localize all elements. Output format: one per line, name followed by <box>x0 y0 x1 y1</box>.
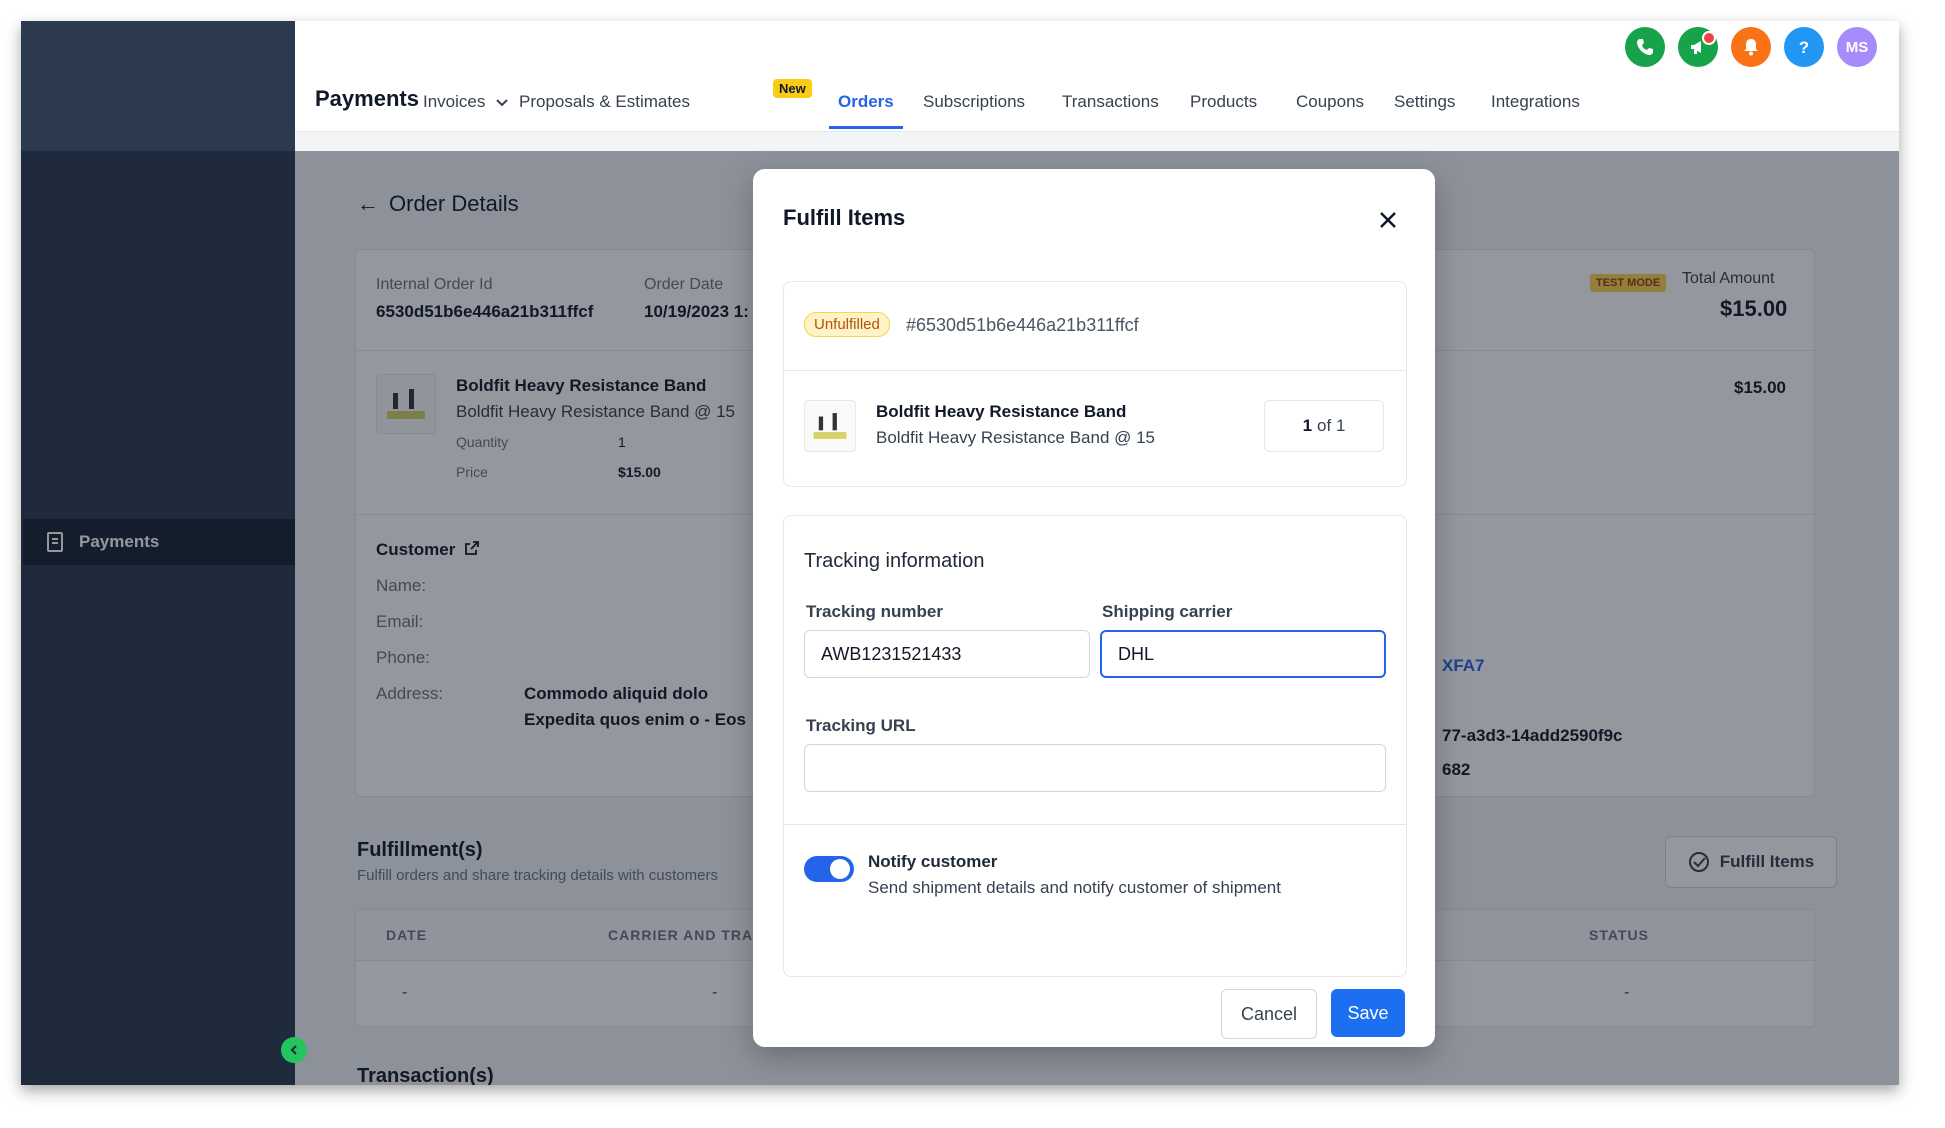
app-window: Payments Payments Invoices Proposals & E… <box>21 21 1899 1085</box>
modal-title: Fulfill Items <box>783 205 906 230</box>
product-thumbnail <box>804 400 856 452</box>
save-button[interactable]: Save <box>1331 989 1405 1037</box>
tab-integrations[interactable]: Integrations <box>1491 92 1580 112</box>
tab-transactions[interactable]: Transactions <box>1062 92 1159 112</box>
tab-proposals[interactable]: Proposals & Estimates <box>519 92 690 112</box>
notify-description: Send shipment details and notify custome… <box>868 878 1281 897</box>
tracking-number-input[interactable] <box>804 630 1090 678</box>
order-reference: #6530d51b6e446a21b311ffcf <box>906 315 1139 335</box>
notifications-button[interactable] <box>1731 27 1771 67</box>
modal-product-name: Boldfit Heavy Resistance Band <box>876 402 1127 421</box>
tab-settings[interactable]: Settings <box>1394 92 1455 112</box>
close-icon <box>1380 212 1396 228</box>
active-tab-indicator <box>829 126 903 129</box>
help-icon: ? <box>1799 38 1809 57</box>
tracking-url-input[interactable] <box>804 744 1386 792</box>
status-badge: Unfulfilled <box>804 312 890 337</box>
tab-invoices-label: Invoices <box>423 92 486 111</box>
modal-product-variant: Boldfit Heavy Resistance Band @ 15 <box>876 428 1156 447</box>
help-button[interactable]: ? <box>1784 27 1824 67</box>
bell-icon <box>1744 39 1758 56</box>
fulfill-items-modal: Fulfill Items Unfulfilled #6530d51b6e446… <box>753 169 1435 1047</box>
order-summary-section: Unfulfilled #6530d51b6e446a21b311ffcf Bo… <box>783 281 1407 487</box>
quantity-total: of 1 <box>1317 416 1346 435</box>
notification-dot <box>1702 31 1716 45</box>
shipping-carrier-input[interactable] <box>1100 630 1386 678</box>
collapse-sidebar-button[interactable] <box>281 1037 307 1063</box>
phone-icon <box>1637 39 1653 55</box>
tracking-url-label: Tracking URL <box>806 716 916 735</box>
divider <box>784 370 1406 371</box>
tab-invoices[interactable]: Invoices <box>423 92 508 112</box>
tracking-section: Tracking information Tracking number Shi… <box>783 515 1407 977</box>
tab-subscriptions[interactable]: Subscriptions <box>923 92 1025 112</box>
tracking-title: Tracking information <box>804 550 985 572</box>
new-badge: New <box>773 79 812 98</box>
notify-title: Notify customer <box>868 852 998 871</box>
phone-button[interactable] <box>1625 27 1665 67</box>
tab-orders[interactable]: Orders <box>838 92 894 112</box>
avatar[interactable]: MS <box>1837 27 1877 67</box>
chevron-down-icon <box>496 99 508 107</box>
tab-coupons[interactable]: Coupons <box>1296 92 1364 112</box>
quantity-stepper[interactable]: 1 of 1 <box>1264 400 1384 452</box>
notify-toggle[interactable] <box>804 856 854 882</box>
chevron-left-icon <box>290 1045 297 1055</box>
quantity-current: 1 <box>1302 416 1313 435</box>
svg-text:?: ? <box>1799 38 1809 57</box>
announcements-button[interactable] <box>1678 27 1718 67</box>
tab-products[interactable]: Products <box>1190 92 1257 112</box>
notify-row: Notify customer Send shipment details an… <box>784 824 1406 974</box>
shipping-carrier-label: Shipping carrier <box>1102 602 1233 621</box>
tracking-number-label: Tracking number <box>806 602 943 621</box>
app-title: Payments <box>315 86 419 111</box>
close-button[interactable] <box>1375 207 1401 233</box>
top-nav: Payments Invoices Proposals & Estimates … <box>295 21 1899 132</box>
cancel-button[interactable]: Cancel <box>1221 989 1317 1039</box>
